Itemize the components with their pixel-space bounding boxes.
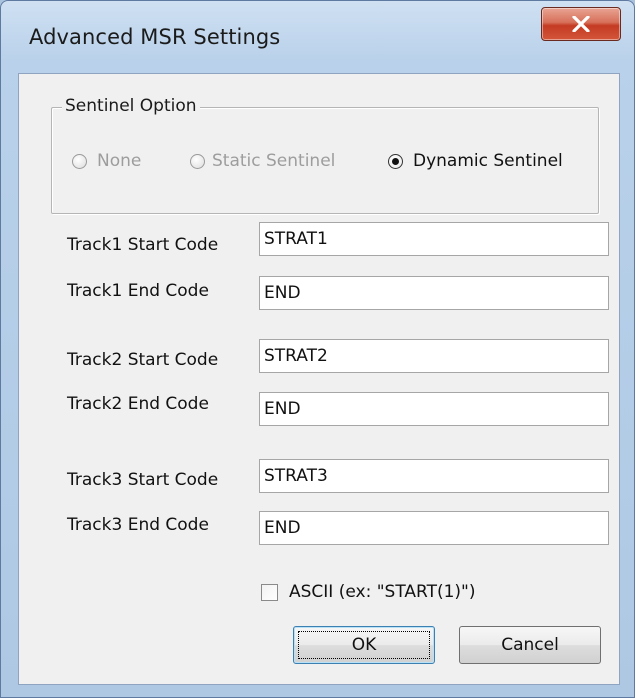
track2-start-label: Track2 Start Code — [67, 350, 219, 370]
ok-button-label: OK — [351, 635, 377, 655]
track3-start-label: Track3 Start Code — [67, 470, 219, 490]
sentinel-option-label: Sentinel Option — [62, 96, 200, 116]
ascii-checkbox[interactable] — [261, 584, 278, 601]
ok-button[interactable]: OK — [293, 626, 435, 664]
close-icon — [572, 16, 590, 32]
ascii-checkbox-label: ASCII (ex: "START(1)") — [289, 582, 476, 602]
radio-static-sentinel-indicator[interactable] — [190, 154, 205, 169]
cancel-button-label: Cancel — [501, 635, 559, 655]
track2-end-input[interactable] — [259, 392, 609, 426]
track1-start-label: Track1 Start Code — [67, 235, 219, 255]
track2-start-input[interactable] — [259, 339, 609, 373]
radio-dynamic-sentinel-label: Dynamic Sentinel — [413, 151, 563, 171]
track2-end-label: Track2 End Code — [67, 394, 209, 414]
window-title: Advanced MSR Settings — [29, 25, 281, 49]
track1-end-label: Track1 End Code — [67, 281, 209, 301]
track1-end-input[interactable] — [259, 276, 609, 310]
title-bar[interactable]: Advanced MSR Settings — [1, 1, 634, 73]
track1-start-input[interactable] — [259, 222, 609, 256]
track3-end-input[interactable] — [259, 511, 609, 545]
radio-dynamic-sentinel-indicator[interactable] — [388, 154, 403, 169]
cancel-button[interactable]: Cancel — [459, 626, 601, 664]
radio-none-label: None — [97, 151, 142, 171]
dialog-window: Advanced MSR Settings Sentinel Option No… — [0, 0, 635, 698]
radio-none-indicator[interactable] — [72, 154, 87, 169]
dialog-body: Sentinel Option None Static Sentinel Dyn… — [18, 73, 620, 685]
radio-static-sentinel-label: Static Sentinel — [212, 151, 336, 171]
track3-end-label: Track3 End Code — [67, 515, 209, 535]
close-button[interactable] — [541, 7, 621, 41]
track3-start-input[interactable] — [259, 459, 609, 493]
